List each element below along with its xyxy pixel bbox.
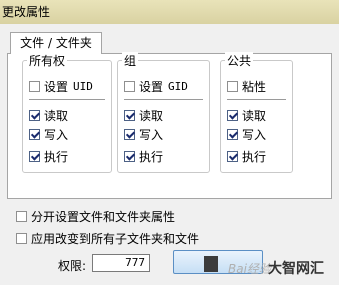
set-gid-suffix: GID [168,79,188,93]
sticky-checkbox[interactable]: 粘性 [227,78,266,94]
recursive-apply-checkbox[interactable]: 应用改变到所有子文件夹和文件 [16,230,199,246]
group-exec-box[interactable] [124,150,135,162]
owner-exec-checkbox[interactable]: 执行 [29,148,68,164]
public-group-title: 公共 [225,52,254,69]
sticky-box[interactable] [227,80,238,92]
set-uid-checkbox[interactable]: 设置 UID [29,78,93,94]
group-group: 组 设置 GID 读取 写入 执行 [117,52,210,173]
owner-separator [29,99,105,100]
set-gid-checkbox[interactable]: 设置 GID [124,78,188,94]
public-separator [227,99,286,100]
owner-read-label: 读取 [44,108,69,123]
group-group-title: 组 [122,52,139,69]
owner-exec-label: 执行 [44,149,69,164]
separate-settings-checkbox[interactable]: 分开设置文件和文件夹属性 [16,208,175,224]
owner-write-label: 写入 [44,127,69,142]
baidu-watermark: Bai经验 [228,262,271,276]
public-group: 公共 粘性 读取 写入 执行 [220,52,293,173]
group-separator [124,99,203,100]
set-uid-label: 设置 [44,79,69,94]
group-read-checkbox[interactable]: 读取 [124,107,163,123]
owner-exec-box[interactable] [29,150,40,162]
title-bar: 更改属性 [0,0,339,24]
owner-group: 所有权 设置 UID 读取 写入 执行 [22,52,112,173]
public-read-box[interactable] [227,109,238,121]
public-write-label: 写入 [242,127,267,142]
permissions-input[interactable]: 777 [92,254,150,272]
recursive-apply-label: 应用改变到所有子文件夹和文件 [31,231,200,246]
owner-read-box[interactable] [29,109,40,121]
public-exec-checkbox[interactable]: 执行 [227,148,266,164]
owner-write-box[interactable] [29,128,40,140]
public-write-box[interactable] [227,128,238,140]
permissions-label: 权限: [58,259,87,273]
tab-file-folder[interactable]: 文件 / 文件夹 [10,32,102,54]
set-gid-box[interactable] [124,80,135,92]
public-read-checkbox[interactable]: 读取 [227,107,266,123]
set-gid-label: 设置 [139,79,164,94]
group-write-label: 写入 [139,127,164,142]
group-read-box[interactable] [124,109,135,121]
group-write-box[interactable] [124,128,135,140]
group-exec-label: 执行 [139,149,164,164]
separate-settings-label: 分开设置文件和文件夹属性 [31,209,176,224]
recursive-apply-box[interactable] [16,232,27,244]
set-uid-suffix: UID [73,79,93,93]
group-write-checkbox[interactable]: 写入 [124,126,163,142]
public-write-checkbox[interactable]: 写入 [227,126,266,142]
owner-write-checkbox[interactable]: 写入 [29,126,68,142]
group-exec-checkbox[interactable]: 执行 [124,148,163,164]
window-title: 更改属性 [2,5,51,19]
group-read-label: 读取 [139,108,164,123]
public-exec-label: 执行 [242,149,267,164]
set-uid-box[interactable] [29,80,40,92]
owner-read-checkbox[interactable]: 读取 [29,107,68,123]
cursor-icon [204,256,218,272]
separate-settings-box[interactable] [16,210,27,222]
owner-group-title: 所有权 [27,52,68,69]
public-exec-box[interactable] [227,150,238,162]
site-watermark: 大智网汇 [268,261,324,277]
public-read-label: 读取 [242,108,267,123]
sticky-label: 粘性 [242,79,267,94]
